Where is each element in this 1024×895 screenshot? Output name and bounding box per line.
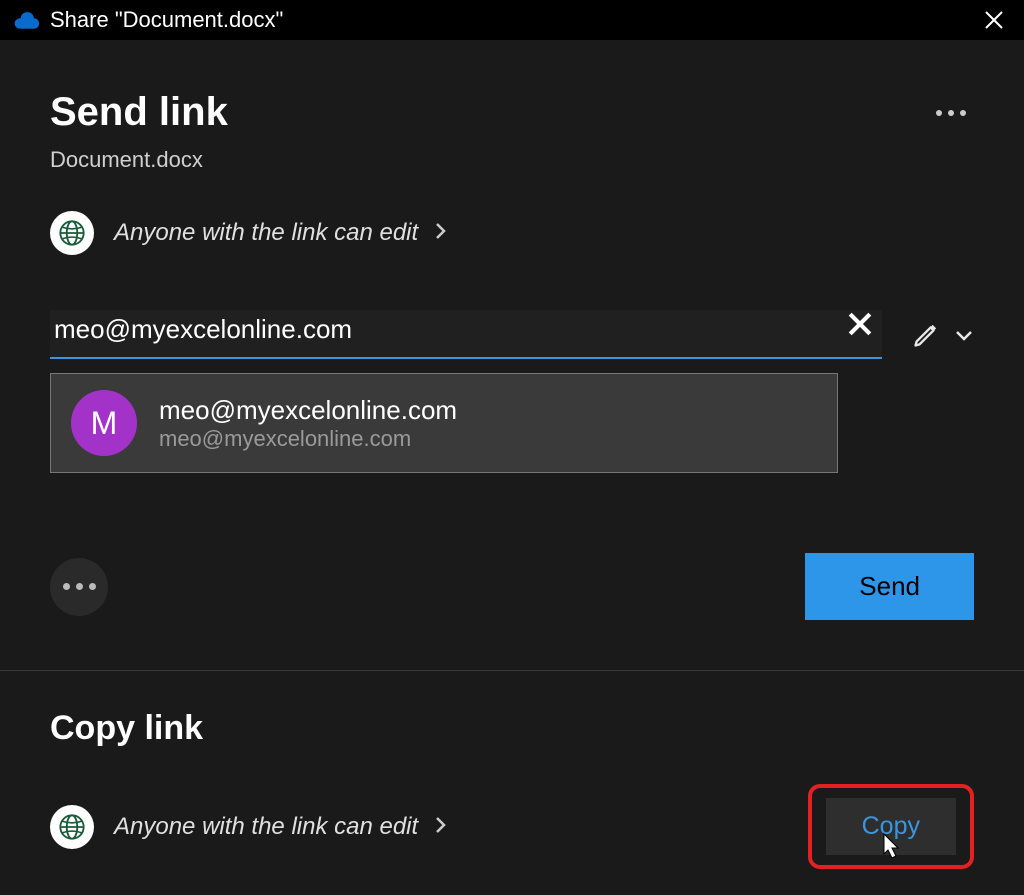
copy-button-highlight: Copy <box>808 784 974 869</box>
close-icon <box>984 10 1004 30</box>
dialog-content: Send link Document.docx Anyone with the … <box>0 40 1024 869</box>
copy-permission-text: Anyone with the link can edit <box>114 813 447 841</box>
suggestion-text: meo@myexcelonline.com meo@myexcelonline.… <box>159 395 457 452</box>
header-row: Send link <box>50 90 974 135</box>
cursor-icon <box>876 832 904 869</box>
globe-icon <box>50 211 94 255</box>
edit-permissions-dropdown[interactable] <box>912 321 974 349</box>
actions-row: Send <box>50 553 974 620</box>
send-link-title: Send link <box>50 90 228 135</box>
window-title: Share "Document.docx" <box>50 7 976 33</box>
close-icon <box>846 310 874 338</box>
email-input-wrapper <box>50 310 882 359</box>
chevron-right-icon <box>435 219 447 246</box>
more-options-button[interactable] <box>928 102 974 124</box>
permission-text: Anyone with the link can edit <box>114 219 447 247</box>
close-button[interactable] <box>976 2 1012 38</box>
pencil-icon <box>912 321 940 349</box>
avatar: M <box>71 390 137 456</box>
copy-link-title: Copy link <box>50 709 974 748</box>
clear-input-button[interactable] <box>846 310 874 343</box>
send-button[interactable]: Send <box>805 553 974 620</box>
chevron-right-icon <box>435 813 447 840</box>
title-bar: Share "Document.docx" <box>0 0 1024 40</box>
globe-icon <box>50 805 94 849</box>
recipient-email-input[interactable] <box>50 310 882 345</box>
recipient-input-row <box>50 310 974 359</box>
link-settings-button[interactable]: Anyone with the link can edit <box>50 211 974 255</box>
copy-link-row: Anyone with the link can edit Copy <box>50 784 974 869</box>
copy-link-section: Copy link Anyone with the link can edit <box>50 671 974 869</box>
chevron-down-icon <box>954 328 974 342</box>
contact-suggestion-item[interactable]: M meo@myexcelonline.com meo@myexcelonlin… <box>50 373 838 473</box>
document-name: Document.docx <box>50 147 974 173</box>
suggestion-secondary: meo@myexcelonline.com <box>159 426 457 452</box>
copy-link-settings-button[interactable]: Anyone with the link can edit <box>50 805 447 849</box>
suggestion-primary: meo@myexcelonline.com <box>159 395 457 426</box>
onedrive-cloud-icon <box>12 10 40 30</box>
message-more-button[interactable] <box>50 558 108 616</box>
